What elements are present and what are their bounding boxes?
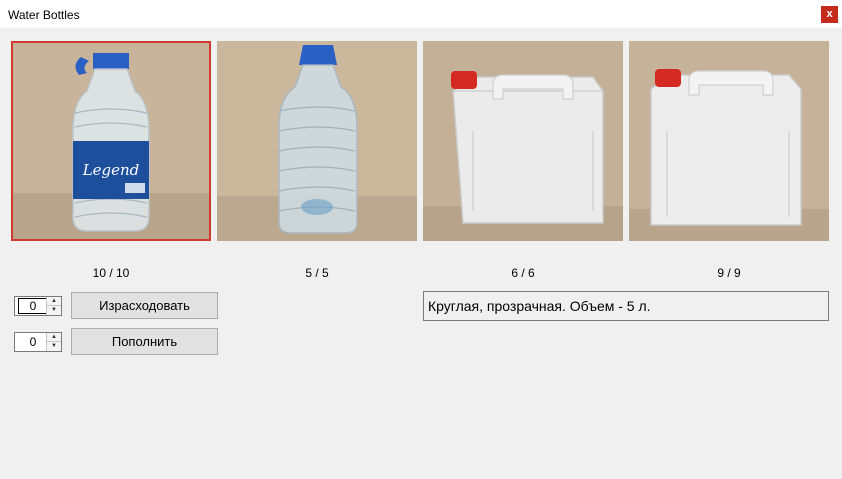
window-title: Water Bottles <box>8 8 80 22</box>
consume-button[interactable]: Израсходовать <box>71 292 218 319</box>
refill-stepper[interactable]: 0 ▲ ▼ <box>14 332 62 352</box>
bottle-count-4: 9 / 9 <box>717 266 741 280</box>
description-field: Круглая, прозрачная. Объем - 5 л. <box>423 291 829 321</box>
stepper-down-icon[interactable]: ▼ <box>47 342 61 351</box>
stepper-up-icon[interactable]: ▲ <box>47 333 61 342</box>
bottle-photo-2[interactable] <box>217 41 417 241</box>
bottle-photo-1[interactable]: Legend <box>11 41 211 241</box>
bottle-count-1: 10 / 10 <box>92 266 130 280</box>
title-bar: Water Bottles x <box>0 0 842 28</box>
brand-logo-text: Legend <box>82 161 140 179</box>
refill-stepper-value[interactable]: 0 <box>19 335 47 349</box>
canister-image-1 <box>423 41 623 241</box>
bottle-count-2: 5 / 5 <box>305 266 329 280</box>
refill-button[interactable]: Пополнить <box>71 328 218 355</box>
stepper-down-icon[interactable]: ▼ <box>47 306 61 315</box>
bottle-image-empty <box>217 41 417 241</box>
canister-photo-1[interactable] <box>423 41 623 241</box>
consume-stepper[interactable]: 0 ▲ ▼ <box>14 296 62 316</box>
canister-photo-2[interactable] <box>629 41 829 241</box>
bottle-count-3: 6 / 6 <box>511 266 535 280</box>
consume-stepper-arrows[interactable]: ▲ ▼ <box>46 297 61 315</box>
consume-stepper-value[interactable]: 0 <box>18 298 48 314</box>
refill-stepper-arrows[interactable]: ▲ ▼ <box>46 333 61 351</box>
canister-image-2 <box>629 41 829 241</box>
stepper-up-icon[interactable]: ▲ <box>47 297 61 306</box>
bottle-image-labeled: Legend <box>13 43 209 239</box>
close-button[interactable]: x <box>821 6 838 23</box>
